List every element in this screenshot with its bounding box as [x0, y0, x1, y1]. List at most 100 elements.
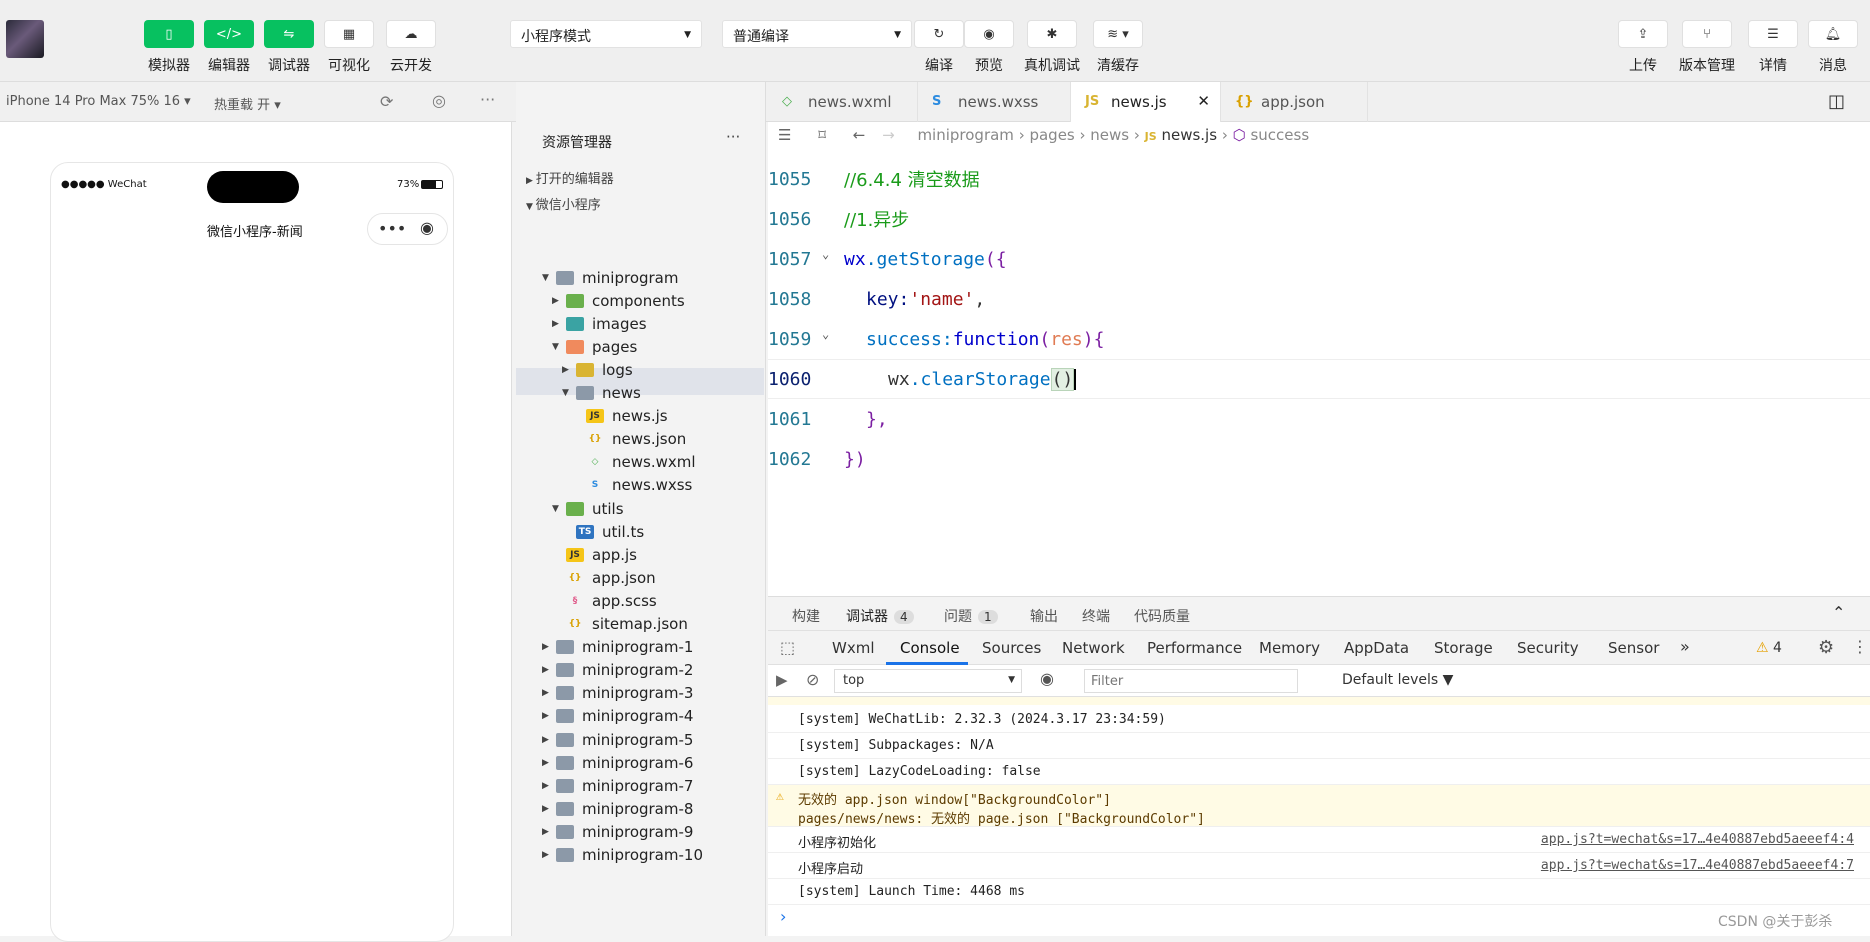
collapse-panel-icon[interactable]: ⌃	[1832, 603, 1845, 622]
chevron-right-icon[interactable]: ▶	[542, 665, 556, 675]
code-editor[interactable]: ☰ ⌑ ← → miniprogram › pages › news › JS …	[768, 122, 1870, 596]
chevron-right-icon[interactable]: ▶	[542, 781, 556, 791]
chevron-right-icon[interactable]: ▶	[552, 296, 566, 306]
file-tree-item[interactable]: ▶ miniprogram-10	[542, 842, 703, 869]
more-tabs-icon[interactable]: »	[1680, 637, 1690, 656]
chevron-right-icon[interactable]: ▶	[542, 642, 556, 652]
devtab-network[interactable]: Network	[1062, 639, 1125, 657]
chevron-right-icon[interactable]: ▶	[542, 804, 556, 814]
settings-gear-icon[interactable]: ⚙	[1818, 637, 1834, 658]
tab-news-js[interactable]: JS news.js ✕	[1071, 82, 1221, 122]
tab-news-wxss[interactable]: Snews.wxss	[918, 82, 1071, 122]
user-avatar[interactable]	[6, 20, 44, 58]
devtab-sources[interactable]: Sources	[982, 639, 1041, 657]
breadcrumb-item[interactable]: news	[1090, 126, 1129, 144]
close-tab-icon[interactable]: ✕	[1197, 92, 1210, 110]
fold-chevron-icon[interactable]: ⌄	[822, 327, 829, 341]
tab-news-wxml[interactable]: ◇ news.wxml	[768, 82, 918, 122]
kebab-menu-icon[interactable]: ⋮	[1852, 637, 1868, 656]
hot-reload-select[interactable]: 热重载 开 ▾	[214, 94, 281, 113]
capsule-menu[interactable]: ••• ◉	[367, 213, 448, 245]
fold-chevron-icon[interactable]: ⌄	[822, 247, 829, 261]
cloud-button[interactable]: ☁	[386, 20, 436, 48]
breadcrumb-item[interactable]: pages	[1029, 126, 1074, 144]
chevron-right-icon[interactable]: ▶	[542, 827, 556, 837]
back-icon[interactable]: ←	[853, 126, 866, 144]
close-miniprogram-icon[interactable]: ◉	[420, 218, 434, 237]
tab-debugger[interactable]: 调试器 4	[846, 606, 914, 626]
devtools-tabs: ⬚ Wxml Console Sources Network Performan…	[768, 631, 1870, 665]
more-icon[interactable]: ···	[480, 90, 495, 109]
devtab-security[interactable]: Security	[1517, 639, 1579, 657]
chevron-right-icon[interactable]: ▶	[542, 735, 556, 745]
upload-button[interactable]: ⇪	[1618, 20, 1668, 48]
devtab-storage[interactable]: Storage	[1434, 639, 1493, 657]
refresh-sim-icon[interactable]: ⟳	[380, 92, 393, 111]
device-select[interactable]: iPhone 14 Pro Max 75% 16 ▾	[6, 94, 191, 109]
more-dots-icon[interactable]: •••	[378, 219, 406, 238]
folder-icon	[556, 270, 574, 285]
breadcrumb-item[interactable]: success	[1250, 126, 1309, 144]
js-file-icon: JS	[586, 409, 604, 424]
breadcrumb-item[interactable]: miniprogram	[917, 126, 1013, 144]
sidebar-toggle-icon[interactable]: ▶	[776, 671, 788, 689]
compile-button[interactable]: ↻	[914, 20, 964, 48]
devtab-console[interactable]: Console	[900, 639, 960, 657]
stop-icon[interactable]: ◎	[432, 91, 446, 110]
devtab-performance[interactable]: Performance	[1147, 639, 1242, 657]
inspect-icon[interactable]: ⬚	[780, 638, 795, 657]
tab-app-json[interactable]: {} app.json	[1221, 82, 1368, 122]
editor-toggle-button[interactable]: </>	[204, 20, 254, 48]
remote-debug-button[interactable]: ✱	[1027, 20, 1077, 48]
chevron-down-icon[interactable]: ▼	[542, 273, 556, 283]
tab-build[interactable]: 构建	[792, 606, 820, 626]
live-expression-eye-icon[interactable]: ◉	[1040, 669, 1054, 688]
clear-cache-button[interactable]: ≋ ▾	[1093, 20, 1143, 48]
devtab-wxml[interactable]: Wxml	[832, 639, 875, 657]
visual-button[interactable]: ▦	[324, 20, 374, 48]
version-button[interactable]: ⑂	[1682, 20, 1732, 48]
clear-console-icon[interactable]: ⊘	[806, 670, 819, 689]
simulator-toggle-button[interactable]: ▯	[144, 20, 194, 48]
chevron-right-icon[interactable]: ▶	[542, 688, 556, 698]
chevron-right-icon[interactable]: ▶	[542, 758, 556, 768]
context-select[interactable]: top ▼	[834, 669, 1022, 693]
chevron-right-icon[interactable]: ▶	[552, 319, 566, 329]
console-prompt[interactable]: ›	[780, 907, 786, 926]
details-button[interactable]: ☰	[1748, 20, 1798, 48]
devtab-appdata[interactable]: AppData	[1344, 639, 1409, 657]
tab-code-quality[interactable]: 代码质量	[1134, 606, 1190, 626]
file-tree-label: miniprogram-5	[582, 730, 694, 749]
chevron-right-icon[interactable]: ▶	[542, 711, 556, 721]
mode-select[interactable]: 小程序模式 ▼	[510, 20, 702, 48]
preview-button[interactable]: ◉	[964, 20, 1014, 48]
bookmark-icon[interactable]: ⌑	[818, 126, 826, 144]
warning-counter[interactable]: ⚠ 4	[1756, 640, 1782, 656]
source-link[interactable]: app.js?t=wechat&s=17…4e40887ebd5aeeef4:4	[1541, 832, 1854, 847]
project-section[interactable]: ▼ 微信小程序	[526, 194, 601, 213]
chevron-down-icon[interactable]: ▼	[552, 504, 566, 514]
js-file-icon: JS	[1144, 130, 1157, 143]
open-editors-section[interactable]: ▶ 打开的编辑器	[526, 168, 614, 187]
tab-terminal[interactable]: 终端	[1082, 606, 1110, 626]
devtab-memory[interactable]: Memory	[1259, 639, 1320, 657]
breadcrumb-item[interactable]: news.js	[1161, 126, 1217, 144]
debugger-toggle-button[interactable]: ⇋	[264, 20, 314, 48]
console-filter-input[interactable]	[1084, 669, 1298, 693]
source-link[interactable]: app.js?t=wechat&s=17…4e40887ebd5aeeef4:7	[1541, 858, 1854, 873]
chevron-down-icon[interactable]: ▼	[552, 342, 566, 352]
chevron-right-icon[interactable]: ▶	[542, 850, 556, 860]
tab-problems[interactable]: 问题 1	[944, 606, 998, 626]
explorer-more-icon[interactable]: ···	[726, 128, 740, 146]
tab-output[interactable]: 输出	[1030, 606, 1058, 626]
devtab-sensor[interactable]: Sensor	[1608, 639, 1659, 657]
chevron-down-icon[interactable]: ▼	[562, 388, 576, 398]
js-file-icon: JS	[566, 547, 584, 562]
forward-icon[interactable]: →	[882, 126, 895, 144]
outline-icon[interactable]: ☰	[778, 126, 791, 144]
split-editor-icon[interactable]: ◫	[1828, 91, 1845, 112]
log-levels-select[interactable]: Default levels ▼	[1342, 672, 1453, 688]
chevron-right-icon[interactable]: ▶	[562, 365, 576, 375]
messages-button[interactable]: 🔔︎	[1808, 20, 1858, 48]
compile-select[interactable]: 普通编译 ▼	[722, 20, 912, 48]
